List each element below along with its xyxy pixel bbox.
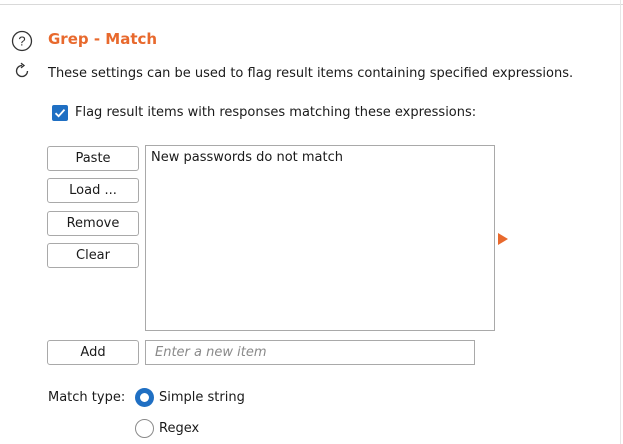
right-divider (620, 0, 621, 444)
add-button[interactable]: Add (47, 340, 139, 365)
refresh-icon[interactable] (13, 62, 31, 80)
svg-text:?: ? (18, 34, 25, 49)
remove-button[interactable]: Remove (47, 211, 139, 236)
section-description: These settings can be used to flag resul… (48, 66, 574, 81)
flag-checkbox-label: Flag result items with responses matchin… (75, 105, 477, 120)
list-item[interactable]: New passwords do not match (151, 150, 343, 165)
match-type-label: Match type: (48, 390, 126, 405)
flag-checkbox[interactable] (52, 105, 68, 121)
regex-radio[interactable] (135, 419, 154, 438)
section-title: Grep - Match (48, 30, 158, 48)
expand-arrow-icon[interactable] (498, 233, 508, 245)
regex-label[interactable]: Regex (159, 421, 199, 436)
help-icon[interactable]: ? (11, 30, 33, 52)
clear-button[interactable]: Clear (47, 243, 139, 268)
paste-button[interactable]: Paste (47, 146, 139, 171)
simple-string-radio[interactable] (135, 388, 154, 407)
expression-list[interactable]: New passwords do not match (145, 145, 495, 331)
top-divider (0, 4, 623, 5)
simple-string-label[interactable]: Simple string (159, 390, 245, 405)
new-item-input[interactable] (145, 340, 475, 365)
checkmark-icon (54, 109, 66, 118)
load-button[interactable]: Load ... (47, 178, 139, 203)
